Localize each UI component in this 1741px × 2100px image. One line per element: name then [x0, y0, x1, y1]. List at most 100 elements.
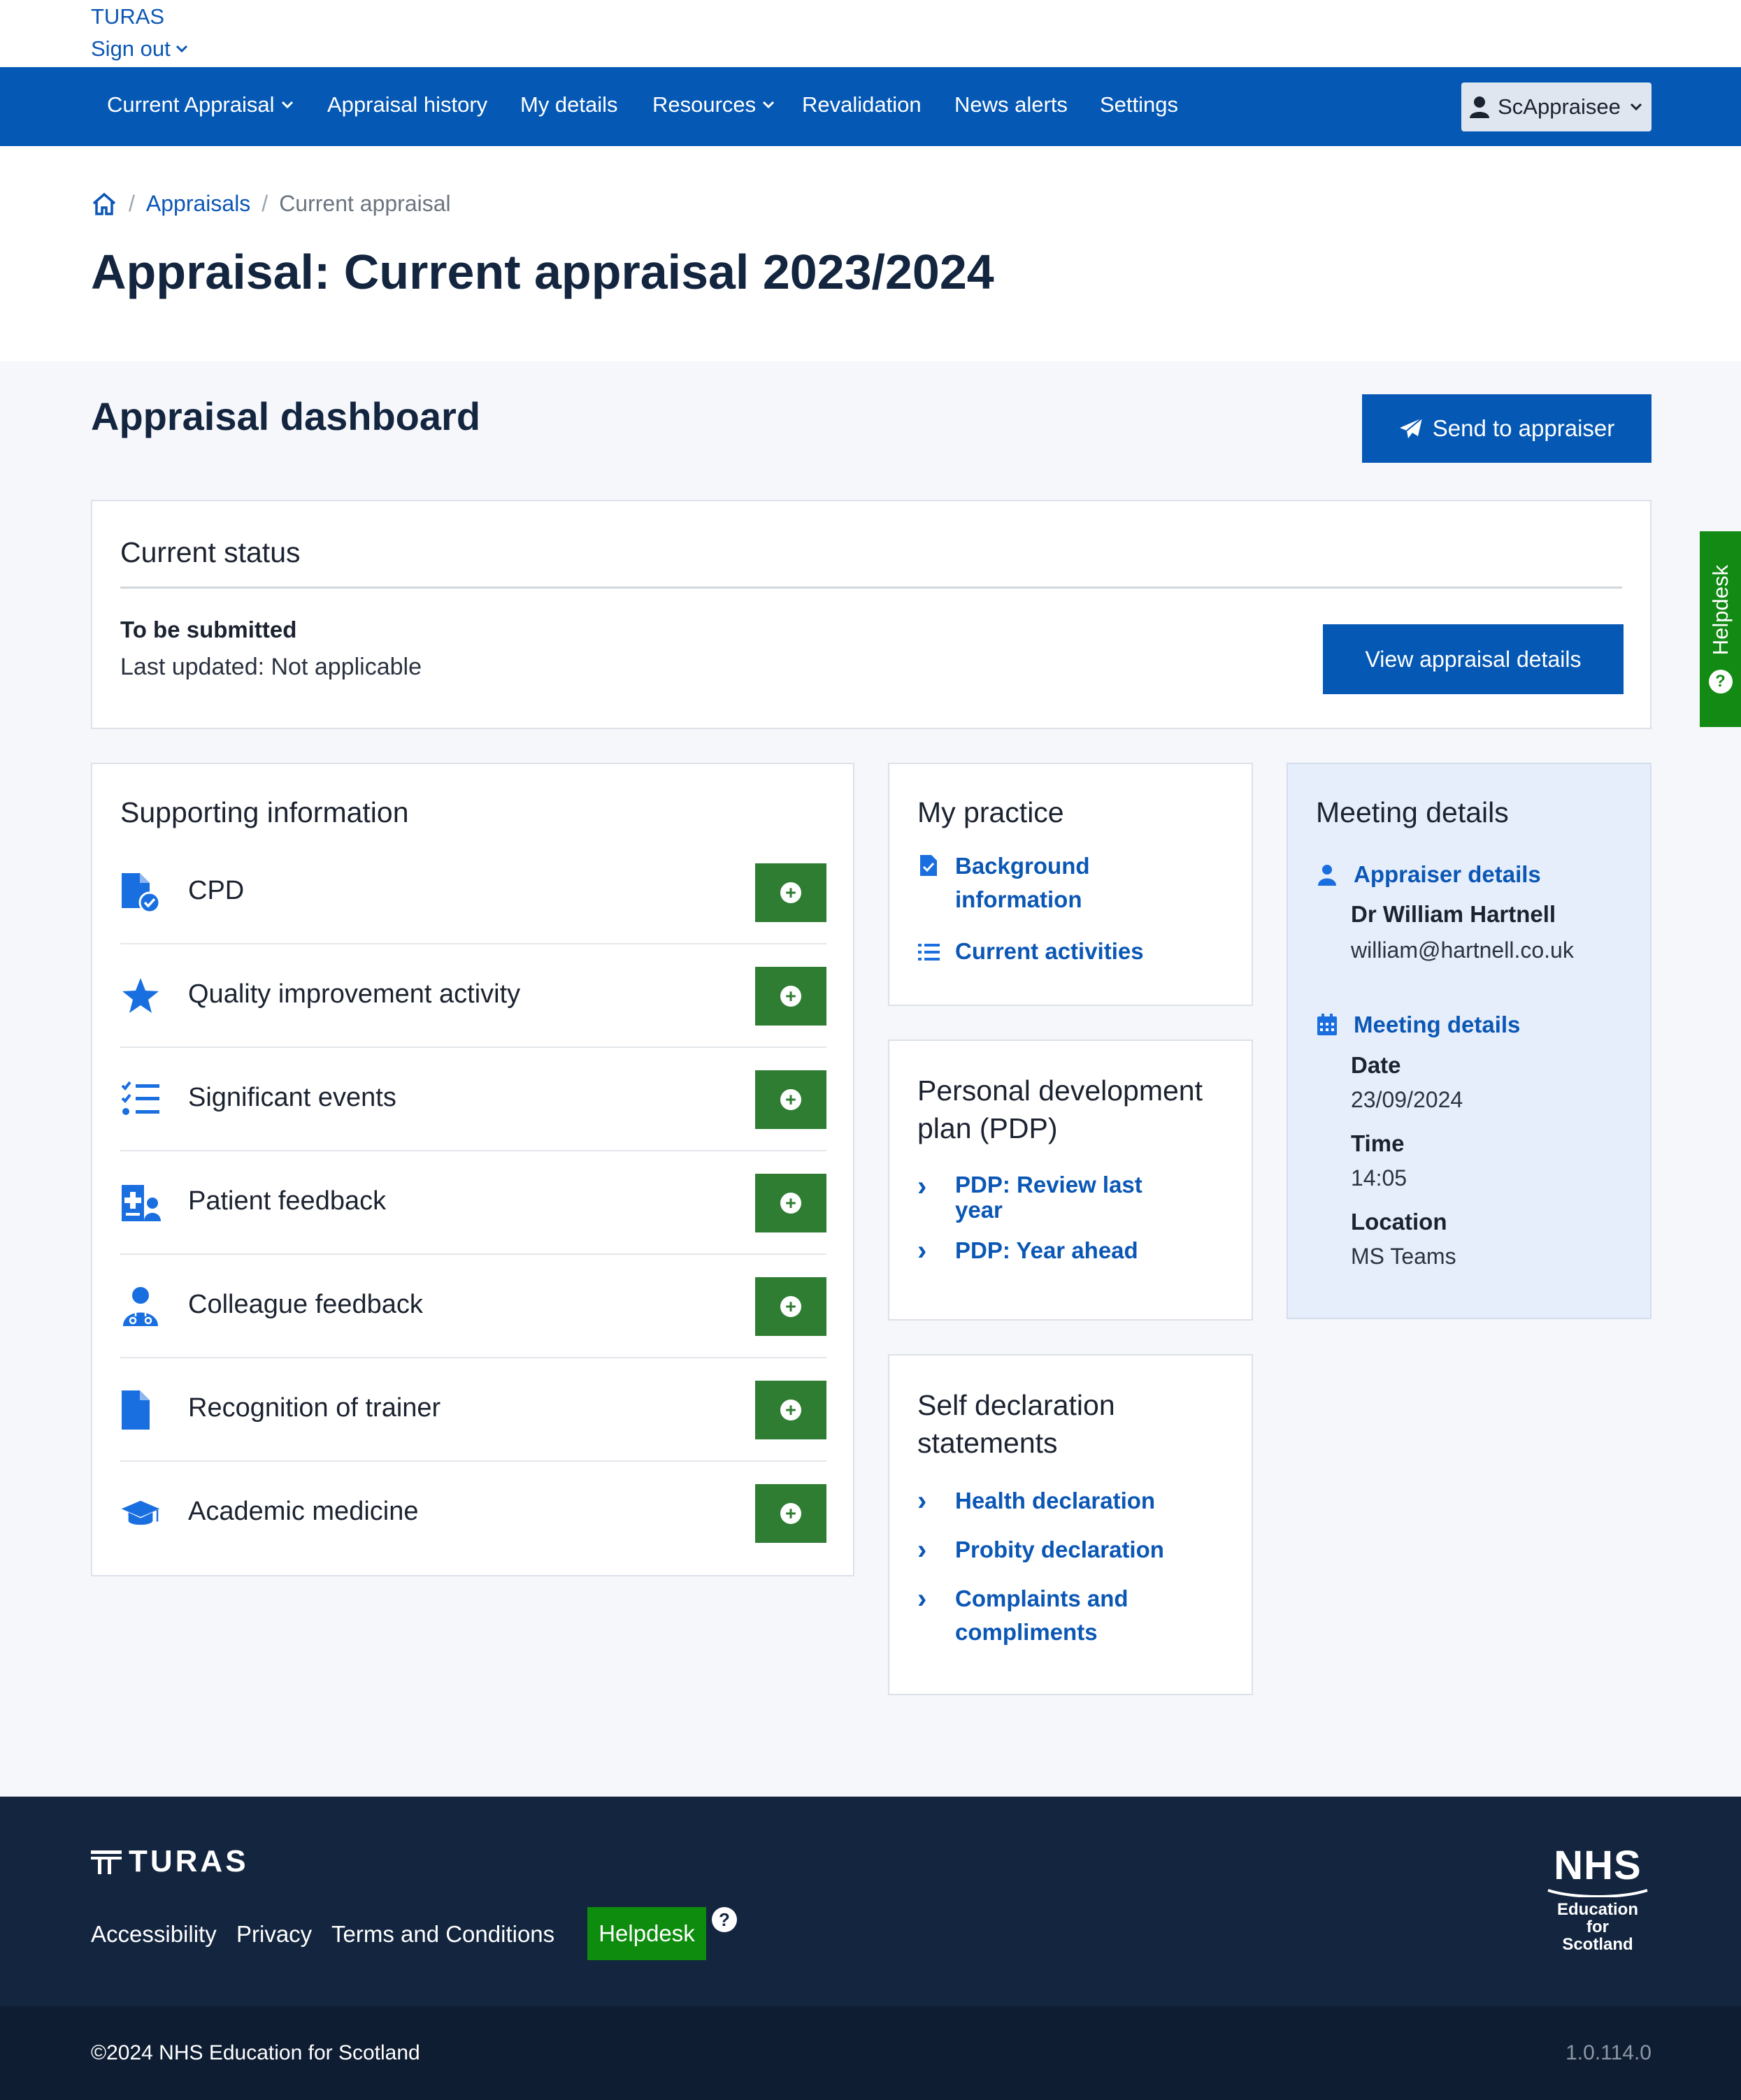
- meeting-details-link[interactable]: Meeting details: [1354, 1008, 1520, 1042]
- nav-current-appraisal[interactable]: Current Appraisal: [107, 92, 294, 117]
- nav-current-appraisal-label: Current Appraisal: [107, 92, 275, 117]
- complaints-line2: compliments: [955, 1619, 1098, 1645]
- user-icon: [1470, 96, 1490, 118]
- user-menu-button[interactable]: ScAppraisee: [1461, 82, 1652, 131]
- add-cpd-button[interactable]: +: [755, 863, 826, 922]
- supporting-item-label: Recognition of trainer: [188, 1393, 441, 1423]
- list-item: Colleague feedback +: [120, 1255, 826, 1358]
- user-name: ScAppraisee: [1498, 94, 1621, 119]
- meeting-time-label: Time: [1351, 1130, 1405, 1156]
- complaints-and-compliments-link[interactable]: Complaints and compliments: [955, 1582, 1129, 1649]
- turas-logo-text: TURAS: [129, 1844, 249, 1878]
- chevron-down-icon: [763, 101, 775, 109]
- chevron-right-icon: ›: [917, 1171, 927, 1202]
- plus-circle-icon: +: [780, 1089, 801, 1110]
- chevron-right-icon: ›: [917, 1583, 927, 1614]
- pdp-card: Personal development plan (PDP) › PDP: R…: [888, 1040, 1253, 1321]
- question-icon: ?: [712, 1907, 737, 1932]
- footer-privacy-link[interactable]: Privacy: [236, 1921, 312, 1948]
- divider: [120, 587, 1622, 589]
- appraiser-details-link[interactable]: Appraiser details: [1354, 858, 1541, 891]
- pdp-heading-line1: Personal development: [917, 1074, 1203, 1107]
- supporting-information-heading: Supporting information: [120, 796, 409, 828]
- plus-circle-icon: +: [780, 1296, 801, 1317]
- supporting-item-label: Patient feedback: [188, 1186, 387, 1216]
- version-number: 1.0.114.0: [1566, 2041, 1652, 2064]
- list-item: Academic medicine +: [120, 1462, 826, 1565]
- pdp-heading: Personal development plan (PDP): [917, 1072, 1203, 1147]
- turas-brand-link[interactable]: TURAS: [91, 4, 164, 29]
- meeting-time-value: 14:05: [1351, 1165, 1407, 1191]
- pdp-review-line2: year: [955, 1197, 1003, 1223]
- view-appraisal-details-button[interactable]: View appraisal details: [1323, 624, 1624, 694]
- background-information-link[interactable]: Background information: [955, 849, 1090, 916]
- footer: TURAS Accessibility Privacy Terms and Co…: [0, 1797, 1741, 2006]
- current-status-heading: Current status: [120, 536, 301, 568]
- page-header: / Appraisals / Current appraisal Apprais…: [0, 146, 1741, 361]
- bottom-bar: ©2024 NHS Education for Scotland 1.0.114…: [0, 2006, 1741, 2100]
- add-quality-improvement-button[interactable]: +: [755, 967, 826, 1026]
- nav-resources-label: Resources: [652, 92, 757, 117]
- graduation-cap-icon: [121, 1500, 160, 1525]
- nav-my-details[interactable]: My details: [520, 92, 618, 117]
- meeting-location-label: Location: [1351, 1209, 1447, 1235]
- supporting-item-label: Academic medicine: [188, 1497, 419, 1526]
- copyright: ©2024 NHS Education for Scotland: [91, 2041, 420, 2064]
- nhs-logo-big: NHS: [1554, 1843, 1642, 1888]
- nav-settings[interactable]: Settings: [1100, 92, 1178, 117]
- current-activities-link[interactable]: Current activities: [955, 935, 1144, 968]
- nav-revalidation[interactable]: Revalidation: [802, 92, 922, 117]
- self-declaration-heading: Self declaration statements: [917, 1386, 1115, 1462]
- nhs-education-scotland-logo: NHS Education for Scotland: [1538, 1844, 1657, 1953]
- file-icon: [122, 1390, 150, 1430]
- status-last-updated: Last updated: Not applicable: [120, 654, 422, 680]
- nhs-logo-line3: Scotland: [1562, 1935, 1633, 1954]
- self-declaration-card: Self declaration statements › Health dec…: [888, 1354, 1253, 1695]
- meeting-details-heading: Meeting details: [1316, 796, 1509, 828]
- add-significant-events-button[interactable]: +: [755, 1070, 826, 1129]
- nav-appraisal-history[interactable]: Appraisal history: [327, 92, 487, 117]
- chevron-down-icon: [281, 101, 293, 109]
- background-information-line2: information: [955, 886, 1082, 912]
- send-to-appraiser-label: Send to appraiser: [1432, 415, 1615, 441]
- nav-news-alerts[interactable]: News alerts: [954, 92, 1068, 117]
- probity-declaration-link[interactable]: Probity declaration: [955, 1533, 1164, 1567]
- main-nav: Current Appraisal Appraisal history My d…: [0, 67, 1741, 146]
- my-practice-heading: My practice: [917, 796, 1064, 828]
- supporting-item-label: Quality improvement activity: [188, 979, 521, 1009]
- list-item: Significant events +: [120, 1048, 826, 1151]
- breadcrumb-separator: /: [261, 191, 268, 216]
- add-recognition-of-trainer-button[interactable]: +: [755, 1381, 826, 1439]
- breadcrumb-separator: /: [129, 191, 135, 216]
- list-icon: [918, 944, 940, 961]
- pdp-review-line1: PDP: Review last: [955, 1172, 1142, 1198]
- nav-resources[interactable]: Resources: [652, 92, 775, 117]
- appraiser-email: william@hartnell.co.uk: [1351, 937, 1574, 963]
- current-status-card: Current status To be submitted Last upda…: [91, 500, 1652, 729]
- pdp-year-ahead-link[interactable]: PDP: Year ahead: [955, 1237, 1138, 1265]
- pdp-review-last-year-link[interactable]: PDP: Review last year: [955, 1172, 1142, 1223]
- footer-terms-link[interactable]: Terms and Conditions: [331, 1921, 554, 1948]
- home-icon[interactable]: [91, 192, 117, 216]
- self-declaration-heading-line1: Self declaration: [917, 1389, 1115, 1421]
- nhs-logo-line1: Education: [1556, 1900, 1638, 1919]
- turas-logo[interactable]: TURAS: [91, 1844, 249, 1879]
- footer-accessibility-link[interactable]: Accessibility: [91, 1921, 217, 1948]
- breadcrumb-current: Current appraisal: [279, 191, 451, 216]
- helpdesk-side-tab[interactable]: Helpdesk ?: [1700, 531, 1741, 727]
- chevron-right-icon: ›: [917, 1486, 927, 1516]
- footer-helpdesk-button[interactable]: Helpdesk: [587, 1907, 706, 1960]
- plus-circle-icon: +: [780, 1193, 801, 1214]
- health-declaration-link[interactable]: Health declaration: [955, 1484, 1155, 1518]
- file-check-icon: [122, 873, 161, 914]
- turas-logo-icon: [91, 1850, 122, 1874]
- supporting-item-label: Colleague feedback: [188, 1290, 423, 1319]
- add-patient-feedback-button[interactable]: +: [755, 1174, 826, 1232]
- sign-out-link[interactable]: Sign out: [91, 36, 189, 62]
- send-to-appraiser-button[interactable]: Send to appraiser: [1362, 394, 1652, 463]
- breadcrumb-appraisals[interactable]: Appraisals: [146, 191, 250, 217]
- add-colleague-feedback-button[interactable]: +: [755, 1277, 826, 1336]
- add-academic-medicine-button[interactable]: +: [755, 1484, 826, 1543]
- list-item: Patient feedback +: [120, 1151, 826, 1255]
- patient-feedback-icon: [122, 1185, 161, 1221]
